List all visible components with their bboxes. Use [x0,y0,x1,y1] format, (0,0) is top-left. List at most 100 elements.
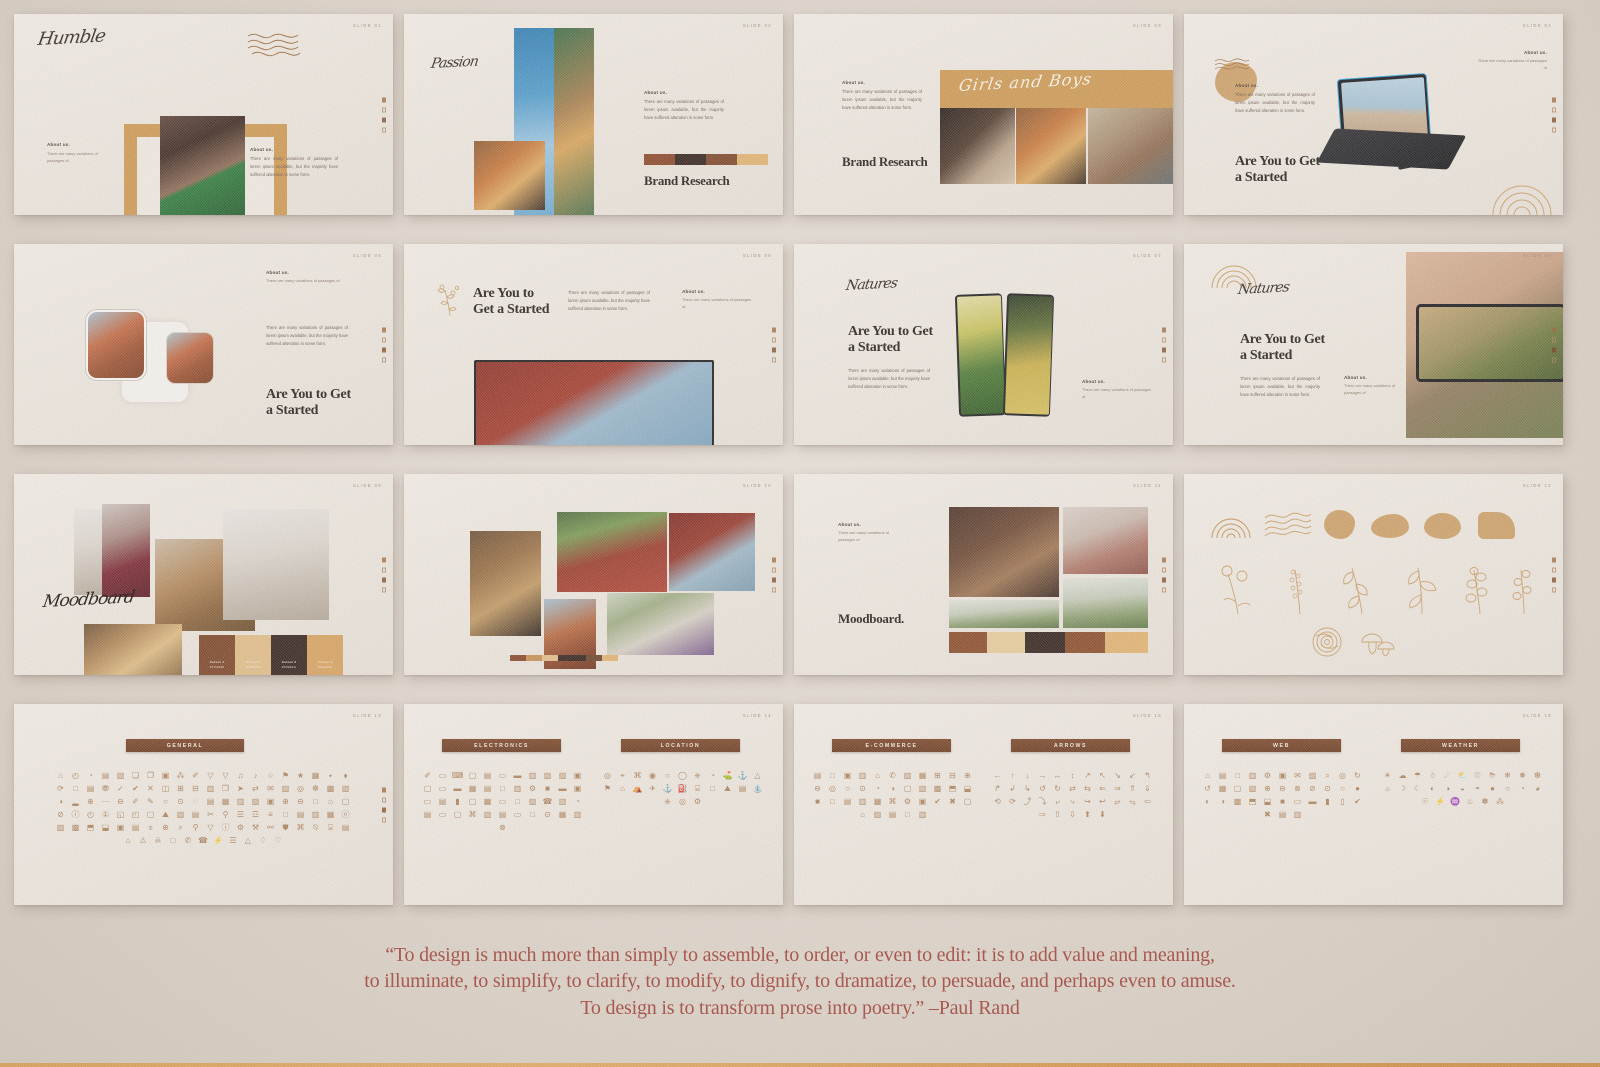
icon-glyph-45[interactable]: ✐ [128,795,143,808]
icon-glyph-73[interactable]: ☲ [248,808,263,821]
icon-glyph-34[interactable]: ▨ [870,808,885,821]
icon-glyph-104[interactable]: ✆ [181,834,196,847]
icon-glyph-8[interactable]: ❄ [1500,769,1515,782]
icon-glyph-22[interactable]: ◐ [1200,795,1215,808]
icon-glyph-11[interactable]: ▢ [420,782,435,795]
icon-glyph-35[interactable]: ⇩ [1065,808,1080,821]
icon-glyph-35[interactable]: ▥ [1290,808,1305,821]
icon-glyph-3[interactable]: ◉ [645,769,660,782]
slide-14-icons-electronics-location[interactable]: Slide 14 ELECTRONICS LOCATION ✐ ▭ ⌨ ▢ ▤ ▭ ▬ ▥ ▧ ▨… [404,704,783,905]
icon-glyph-34[interactable]: ✉ [263,782,278,795]
icon-glyph-18[interactable]: ⇐ [1095,782,1110,795]
icon-glyph-15[interactable]: ◔ [870,782,885,795]
icon-glyph-11[interactable]: ↺ [1200,782,1215,795]
icon-glyph-27[interactable]: ⌘ [885,795,900,808]
icon-glyph-15[interactable]: ⚑ [278,769,293,782]
icon-glyph-26[interactable]: ▦ [480,795,495,808]
icon-glyph-27[interactable]: ■ [1275,795,1290,808]
icon-glyph-20[interactable]: ◔ [1515,782,1530,795]
icon-glyph-61[interactable]: ⓘ [68,808,83,821]
icon-glyph-38[interactable]: ▩ [323,782,338,795]
icon-glyph-40[interactable]: □ [525,808,540,821]
icon-glyph-10[interactable]: ⊕ [960,769,975,782]
icon-glyph-40[interactable]: ◑ [53,795,68,808]
icon-glyph-2[interactable]: ☂ [1410,769,1425,782]
icon-glyph-102[interactable]: ☠ [151,834,166,847]
icon-glyph-37[interactable]: ⬇ [1095,808,1110,821]
icon-glyph-9[interactable]: ✐ [188,769,203,782]
icon-glyph-86[interactable]: ⌽ [143,821,158,834]
icon-glyph-13[interactable]: ⛺ [630,782,645,795]
icon-glyph-81[interactable]: ▩ [68,821,83,834]
icon-glyph-23[interactable]: ▤ [435,795,450,808]
icon-glyph-4[interactable]: ⚙ [1260,769,1275,782]
icon-glyph-68[interactable]: ▧ [173,808,188,821]
icon-glyph-64[interactable]: ◱ [113,808,128,821]
icon-glyph-22[interactable]: ▤ [83,782,98,795]
icon-glyph-5[interactable]: ↕ [1065,769,1080,782]
icon-glyph-106[interactable]: ⚡ [211,834,226,847]
icon-glyph-20[interactable]: ⬒ [945,782,960,795]
icon-glyph-1[interactable]: ◴ [68,769,83,782]
icon-glyph-11[interactable]: ☼ [1380,782,1395,795]
icon-glyph-107[interactable]: ☰ [226,834,241,847]
icon-glyph-19[interactable]: ⛰ [720,782,735,795]
icon-glyph-14[interactable]: ▧ [1245,782,1260,795]
icon-glyph-4[interactable]: ○ [660,769,675,782]
icon-glyph-24[interactable]: ⤴ [1020,795,1035,808]
slide-11-moodboard-serif[interactable]: Slide 11 About us. There are many variat… [794,474,1173,675]
icon-glyph-24[interactable]: ▤ [840,795,855,808]
icon-glyph-35[interactable]: ▢ [450,808,465,821]
icon-glyph-99[interactable]: ▤ [338,821,353,834]
icon-glyph-3[interactable]: ▤ [98,769,113,782]
icon-glyph-13[interactable]: ↳ [1020,782,1035,795]
icon-glyph-16[interactable]: ◒ [1455,782,1470,795]
slide-side-nav[interactable] [382,787,386,822]
icon-glyph-25[interactable]: ⬒ [1245,795,1260,808]
slide-side-nav[interactable] [1552,327,1556,362]
icon-glyph-7[interactable]: ⛈ [1485,769,1500,782]
icon-glyph-97[interactable]: ⍉ [308,821,323,834]
icon-glyph-26[interactable]: ✽ [1478,795,1493,808]
icon-category-badge-arrows[interactable]: ARROWS [1011,739,1130,752]
slide-5-watch[interactable]: Slide 05 About us. There are many variat… [14,244,393,445]
icon-category-badge-location[interactable]: LOCATION [621,739,740,752]
icon-glyph-27[interactable]: ⤷ [1065,795,1080,808]
icon-glyph-94[interactable]: ⚯ [263,821,278,834]
icon-glyph-1[interactable]: ☁ [1395,769,1410,782]
icon-glyph-10[interactable]: △ [750,769,765,782]
icon-glyph-92[interactable]: ⚙ [233,821,248,834]
icon-glyph-33[interactable]: ⌂ [855,808,870,821]
slide-15-icons-ecommerce-arrows[interactable]: Slide 15 E-COMMERCE ARROWS ▤ □ ▣ ▥ ⌂ ✆ ▨ ▦ ⊞ ⊟ ⊕ ⊖ ◎… [794,704,1173,905]
slide-9-moodboard-script[interactable]: Slide 09 Moodboard Colour 1 #7C4426 Colo… [14,474,393,675]
slide-7-natures-phones[interactable]: Slide 07 Natures Are You to Get a Starte… [794,244,1173,445]
icon-glyph-20[interactable]: ▤ [735,782,750,795]
icon-glyph-27[interactable]: ⁂ [1493,795,1508,808]
icon-glyph-24[interactable]: ♒ [1448,795,1463,808]
icon-glyph-17[interactable]: ▢ [900,782,915,795]
icon-glyph-10[interactable]: ❆ [1530,769,1545,782]
slide-4-tablet[interactable]: Slide 04 About us. There are many variat… [1184,14,1563,215]
slide-13-icons-general[interactable]: Slide 13 GENERAL ⌂ ◴ ◔ ▤ ▧ ❑ ❐ ▣ ⁂ ✐ ▽ ▽ ♫ ♪ ☆ ⚑ ★ ▦ ⬩ ⬧ ⟳ □ ▤… [14,704,393,905]
icon-glyph-30[interactable]: ▮ [1320,795,1335,808]
icon-category-badge-general[interactable]: GENERAL [126,739,244,752]
icon-glyph-55[interactable]: ⊕ [278,795,293,808]
icon-glyph-15[interactable]: ↻ [1050,782,1065,795]
icon-glyph-21[interactable]: ⇓ [1140,782,1155,795]
icon-glyph-0[interactable]: ⌂ [53,769,68,782]
icon-glyph-2[interactable]: ▣ [840,769,855,782]
icon-grid-general[interactable]: ⌂ ◴ ◔ ▤ ▧ ❑ ❐ ▣ ⁂ ✐ ▽ ▽ ♫ ♪ ☆ ⚑ ★ ▦ ⬩ ⬧ ⟳ □ ▤ ⛃ ✓ ✔ ✕ ◫ ⊞ ⊟ ▥ ❐ ➤ ⇄ ✉ ▨ ◎ ☸ ▩ ▧… [48,769,358,847]
icon-glyph-23[interactable]: ◑ [1215,795,1230,808]
icon-glyph-57[interactable]: □ [308,795,323,808]
icon-glyph-14[interactable]: ▦ [465,782,480,795]
icon-glyph-65[interactable]: ◰ [128,808,143,821]
icon-glyph-21[interactable]: ⬓ [960,782,975,795]
icon-grid-electronics[interactable]: ✐ ▭ ⌨ ▢ ▤ ▭ ▬ ▥ ▧ ▨ ▣ ▢ ▭ ▬ ▦ ▤ □ ▥ ⚙ ■ ▬ ▣ ▭ ▤ ▮ ▢ ▦ ▭ □ ▨ ☎ ▥ ◔ ▤ ▭ ▢ ⌘ ▧ ▤ ▭… [420,769,585,834]
icon-glyph-25[interactable]: ▢ [465,795,480,808]
icon-glyph-105[interactable]: ☎ [196,834,211,847]
icon-glyph-36[interactable]: ⬆ [1080,808,1095,821]
icon-glyph-25[interactable]: ⤵ [1035,795,1050,808]
icon-glyph-54[interactable]: ▣ [263,795,278,808]
icon-glyph-7[interactable]: ◔ [705,769,720,782]
icon-glyph-25[interactable]: ♨ [1463,795,1478,808]
